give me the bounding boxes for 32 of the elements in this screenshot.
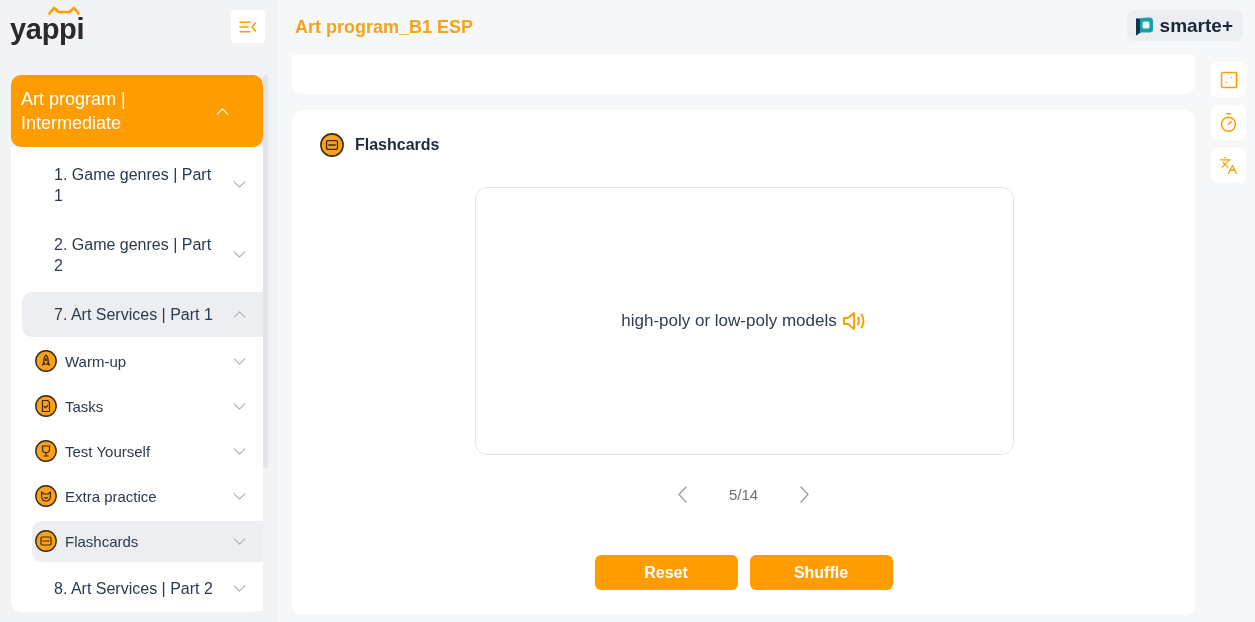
scrollbar-thumb[interactable] [263, 75, 268, 468]
timer-button[interactable] [1211, 105, 1246, 140]
menu-icon [239, 20, 257, 33]
card-text: high-poly or low-poly models [621, 311, 837, 331]
rocket-icon [35, 350, 57, 372]
brand-name: smarte+ [1159, 14, 1233, 37]
chevron-down-icon [233, 584, 246, 592]
cat-icon [35, 485, 57, 507]
flashcard[interactable]: high-poly or low-poly models [475, 187, 1014, 455]
page-title: Art program_B1 ESP [295, 17, 474, 38]
stopwatch-icon [1218, 112, 1239, 133]
section-item[interactable]: Flashcards [32, 520, 263, 562]
sidebar-toggle-button[interactable] [231, 10, 265, 43]
translate-button[interactable] [1211, 148, 1246, 183]
trophy-icon [35, 440, 57, 462]
unit-item[interactable]: 7. Art Services | Part 1 [22, 291, 263, 337]
card-icon [35, 530, 57, 552]
dice-button[interactable] [1211, 62, 1246, 97]
chevron-left-icon [678, 485, 688, 503]
brand-logo-icon [1134, 15, 1154, 36]
panel-title: Flashcards [355, 136, 440, 154]
document-check-icon [35, 395, 57, 417]
chevron-down-icon [233, 251, 246, 258]
card-counter: 5/14 [728, 485, 759, 503]
chevron-right-icon [799, 485, 809, 503]
translate-icon [1219, 156, 1238, 175]
card-icon [320, 133, 344, 157]
chevron-up-icon [233, 310, 246, 318]
dice-icon [1218, 69, 1239, 90]
chevron-down-icon [233, 181, 246, 188]
logo-mark-icon [48, 6, 80, 15]
logo-text: yappi [10, 15, 85, 44]
